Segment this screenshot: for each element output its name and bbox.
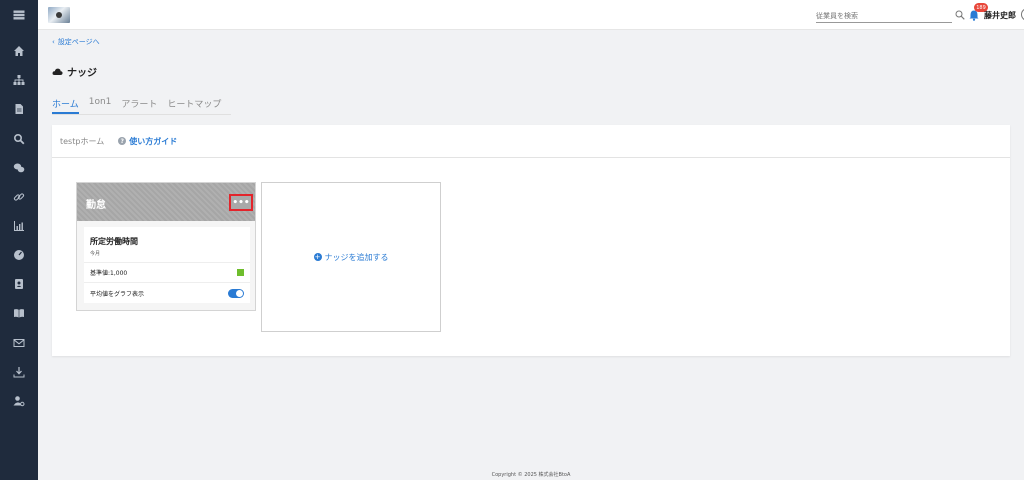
chevron-left-icon: ‹ [52, 38, 55, 46]
link-icon[interactable] [0, 187, 38, 207]
baseline-row: 基準値:1,000 [84, 263, 250, 283]
user-settings-icon[interactable] [0, 391, 38, 411]
add-nudge-label: ナッジを追加する [324, 252, 389, 262]
usage-guide-label: 使い方ガイド [129, 136, 178, 146]
tab-1on1[interactable]: 1on1 [89, 95, 112, 114]
back-to-settings-link[interactable]: ‹ 設定ページへ [52, 37, 100, 47]
add-nudge-button[interactable]: + ナッジを追加する [313, 252, 389, 263]
contact-book-icon[interactable] [0, 274, 38, 294]
search-icon[interactable] [955, 10, 965, 20]
chart-icon[interactable] [0, 216, 38, 236]
company-logo[interactable] [48, 7, 70, 23]
graph-average-label: 平均値をグラフ表示 [90, 290, 145, 298]
mail-icon[interactable] [0, 333, 38, 353]
gauge-icon[interactable] [0, 245, 38, 265]
logo-mark [56, 12, 62, 18]
tab-home[interactable]: ホーム [52, 95, 79, 114]
org-chart-icon[interactable] [0, 70, 38, 90]
nudge-card-body: 所定労働時間 今月 基準値:1,000 平均値をグラフ表示 [84, 227, 250, 303]
search-icon[interactable] [0, 129, 38, 149]
tab-alert[interactable]: アラート [121, 95, 157, 114]
usage-guide-link[interactable]: ? 使い方ガイド [118, 136, 177, 147]
more-options-icon: ••• [232, 197, 250, 208]
back-link-label: 設定ページへ [57, 38, 100, 46]
top-header: 189 藤井史郎 ? [38, 0, 1024, 30]
home-icon[interactable] [0, 41, 38, 61]
graph-average-row: 平均値をグラフ表示 [84, 283, 250, 303]
graph-average-toggle[interactable] [228, 288, 244, 298]
add-nudge-card[interactable]: + ナッジを追加する [261, 182, 441, 332]
tab-heatmap[interactable]: ヒートマップ [167, 95, 221, 114]
tab-bar: ホーム 1on1 アラート ヒートマップ [52, 95, 232, 115]
page-title: ナッジ [67, 68, 97, 79]
toggle-knob [236, 289, 243, 297]
more-options-button[interactable]: ••• [229, 194, 253, 211]
nudge-cloud-icon [52, 68, 63, 75]
plus-circle-icon: + [313, 252, 322, 261]
panel-header: testpホーム ? 使い方ガイド [52, 125, 1010, 158]
sidebar [0, 0, 38, 480]
nudge-panel: testpホーム ? 使い方ガイド 勤怠 ••• 所定労働時間 今月 基準値:1… [52, 125, 1010, 356]
book-icon[interactable] [0, 303, 38, 323]
download-icon[interactable] [0, 362, 38, 382]
employee-search-input[interactable] [816, 9, 952, 23]
footer-copyright: Copyright © 2025 株式会社BtoA [491, 472, 571, 478]
nudge-card-header: 勤怠 ••• [77, 183, 255, 221]
document-icon[interactable] [0, 99, 38, 119]
metric-period: 今月 [84, 247, 250, 263]
panel-subtitle: testpホーム [60, 136, 105, 146]
menu-icon[interactable] [0, 5, 38, 25]
page-title-group: ナッジ [52, 64, 97, 79]
nudge-card-title: 勤怠 [86, 200, 106, 211]
chat-icon[interactable] [0, 158, 38, 178]
metric-title: 所定労働時間 [90, 237, 138, 246]
baseline-color-swatch [237, 269, 244, 276]
user-name[interactable]: 藤井史郎 [984, 10, 1016, 21]
nudge-card[interactable]: 勤怠 ••• 所定労働時間 今月 基準値:1,000 平均値をグラフ表示 [76, 182, 256, 311]
baseline-label: 基準値:1,000 [90, 270, 128, 277]
question-icon: ? [118, 137, 127, 145]
